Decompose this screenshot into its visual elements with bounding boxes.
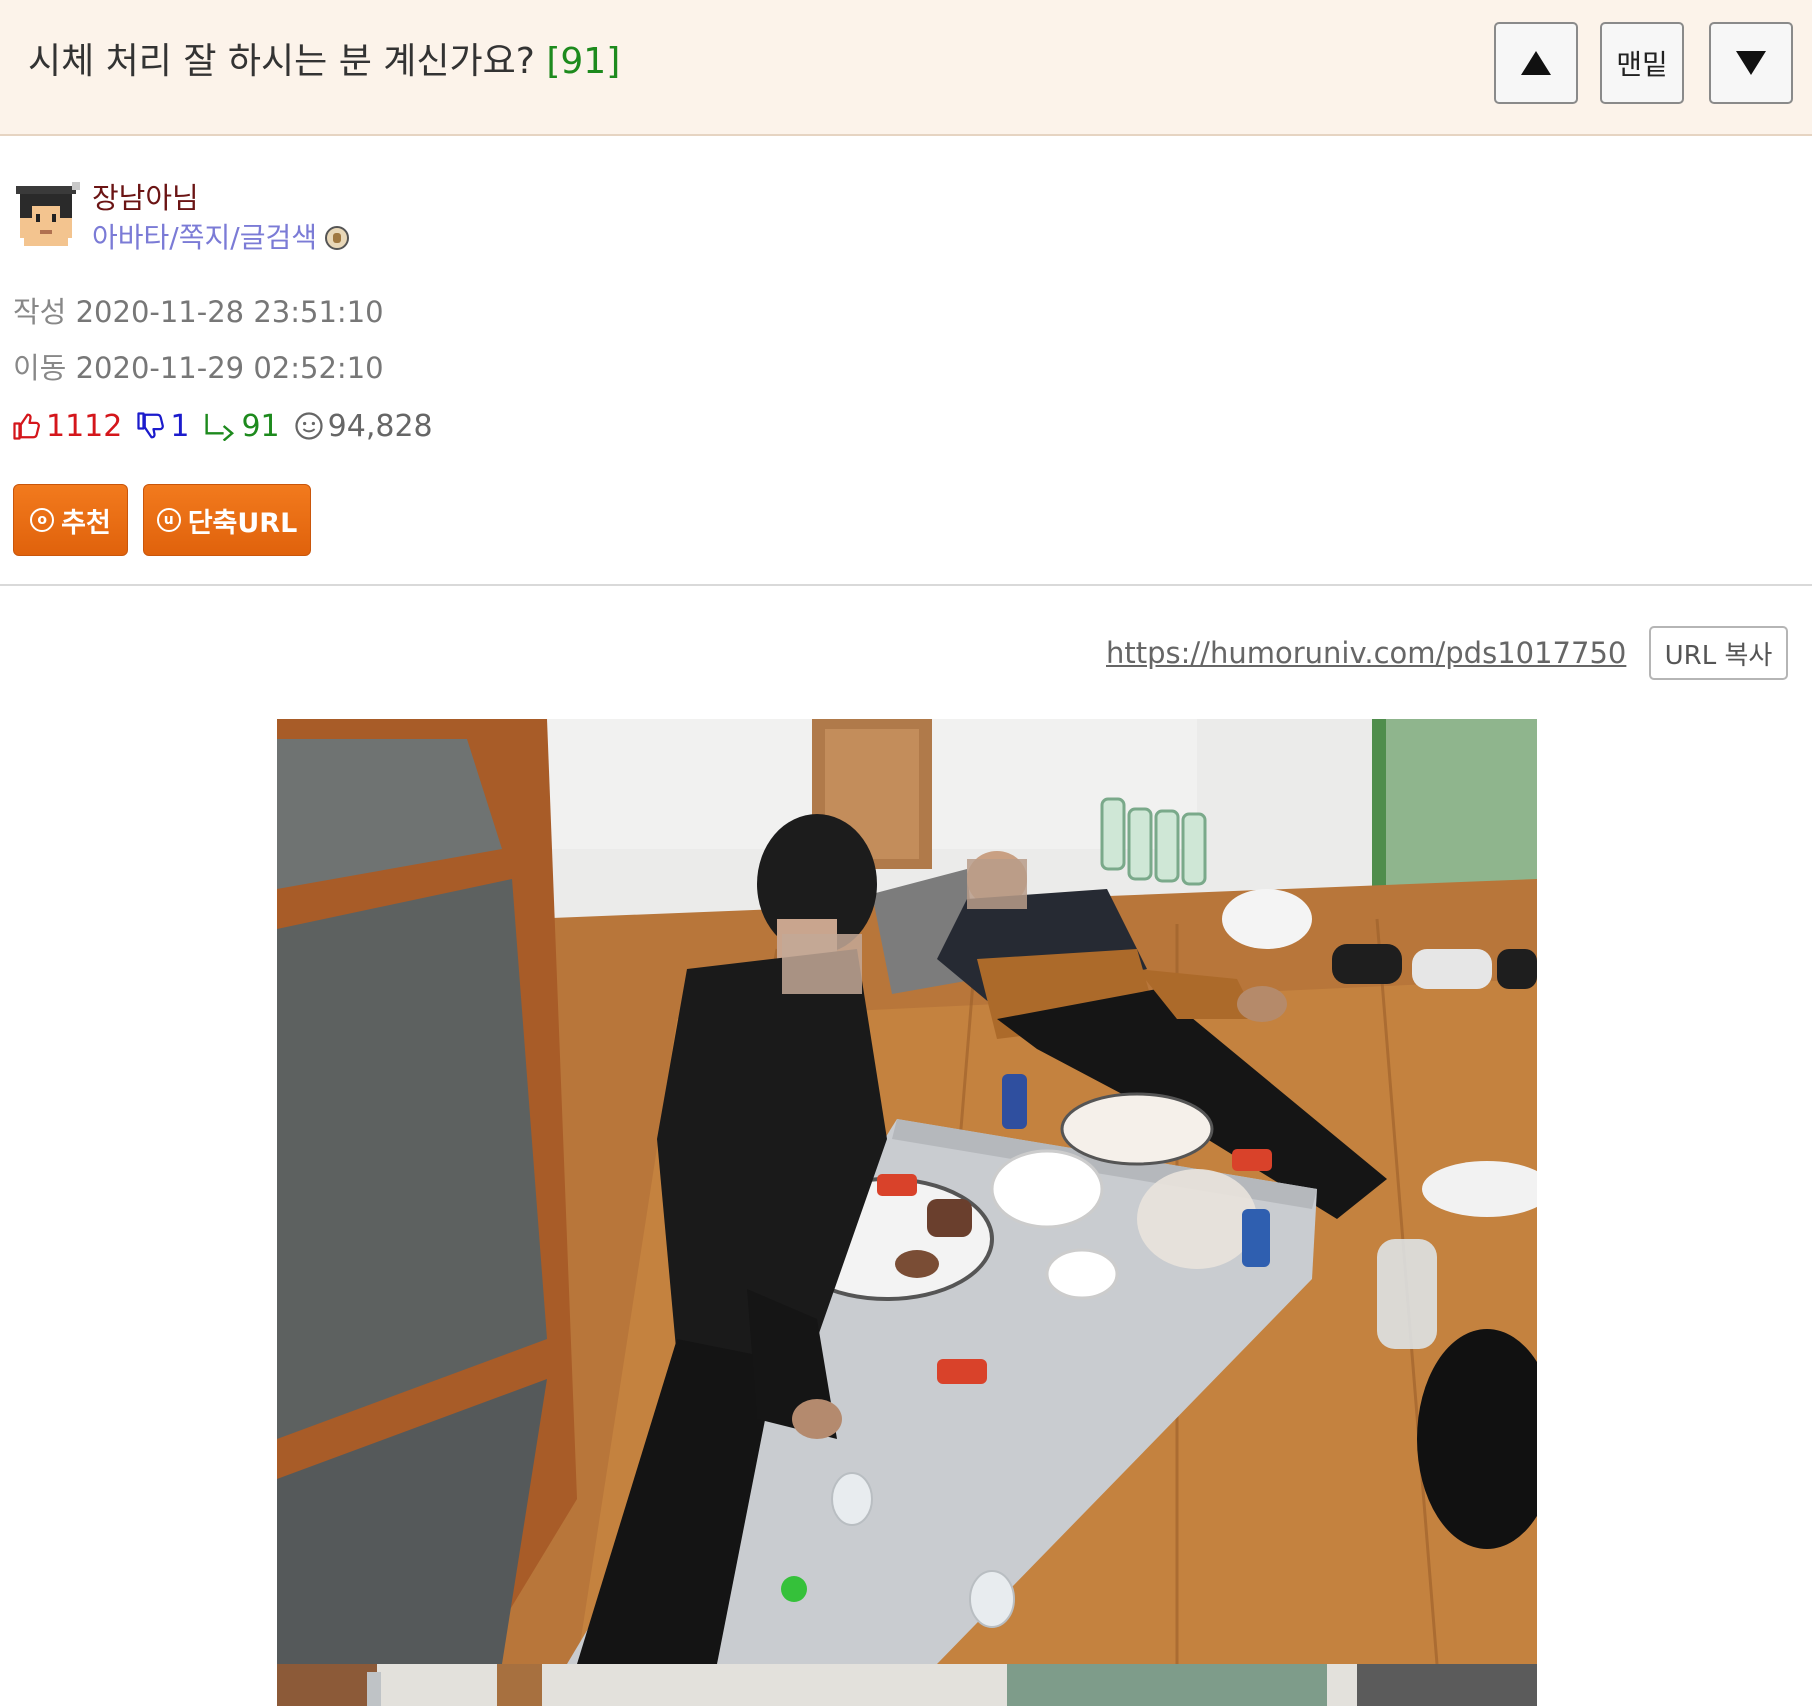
reply-count: 91 [241, 408, 280, 444]
recommend-button[interactable]: o 추천 [13, 484, 128, 556]
post-header: 시체 처리 잘 하시는 분 계신가요? [91] 맨밑 [0, 0, 1812, 136]
created-date: 작성 2020-11-28 23:51:10 [13, 294, 384, 330]
recommend-label: 추천 [61, 507, 111, 539]
reply-arrow-icon [205, 413, 235, 441]
short-url-button[interactable]: u 단축URL [143, 484, 311, 556]
post-title: 시체 처리 잘 하시는 분 계신가요? [91] [28, 38, 620, 86]
author-avatar-link[interactable]: 아바타 [92, 220, 169, 256]
author-links: 아바타 / 쪽지 / 글검색 [92, 220, 349, 256]
thumbs-down-icon [137, 412, 165, 439]
smiley-icon [295, 412, 323, 440]
author-message-link[interactable]: 쪽지 [179, 220, 231, 256]
post-title-text: 시체 처리 잘 하시는 분 계신가요? [28, 41, 535, 82]
created-value: 2020-11-28 23:51:10 [75, 295, 384, 329]
level-badge-icon [324, 226, 349, 250]
upvote-count: 1112 [46, 408, 123, 444]
short-url-circle-icon: u [156, 508, 181, 532]
downvote-stat: 1 [136, 409, 189, 444]
scroll-bottom-button[interactable]: 맨밑 [1600, 22, 1684, 104]
reply-stat: 91 [203, 408, 280, 444]
link-separator: / [230, 221, 240, 254]
views-count: 94,828 [327, 408, 433, 444]
comment-count[interactable]: [91] [546, 41, 620, 82]
short-url-label: 단축URL [187, 507, 298, 539]
avatar[interactable] [12, 182, 80, 250]
recommend-circle-icon: o [30, 508, 55, 532]
thumbs-up-icon [13, 413, 40, 440]
triangle-up-icon [1521, 51, 1551, 75]
scroll-down-button[interactable] [1709, 22, 1793, 104]
triangle-down-icon [1736, 51, 1766, 75]
scroll-bottom-label: 맨밑 [1616, 48, 1668, 81]
author-search-link[interactable]: 글검색 [240, 220, 317, 256]
post-stats: 1112 1 91 94,828 [12, 406, 447, 446]
link-separator: / [169, 221, 179, 254]
moved-value: 2020-11-29 02:52:10 [75, 351, 384, 385]
scroll-top-button[interactable] [1494, 22, 1578, 104]
upvote-stat: 1112 [12, 409, 122, 444]
section-divider [0, 584, 1812, 586]
url-copy-button[interactable]: URL 복사 [1649, 626, 1788, 680]
post-photo[interactable] [277, 719, 1537, 1664]
post-url-link[interactable]: https://humoruniv.com/pds1017750 [1106, 634, 1626, 672]
views-stat: 94,828 [294, 409, 433, 444]
created-label: 작성 [13, 295, 67, 329]
moved-date: 이동 2020-11-29 02:52:10 [13, 350, 384, 386]
author-name[interactable]: 장남아님 [92, 180, 199, 216]
downvote-count: 1 [170, 408, 190, 444]
post-photo-2[interactable] [277, 1664, 1537, 1706]
moved-label: 이동 [13, 351, 67, 385]
